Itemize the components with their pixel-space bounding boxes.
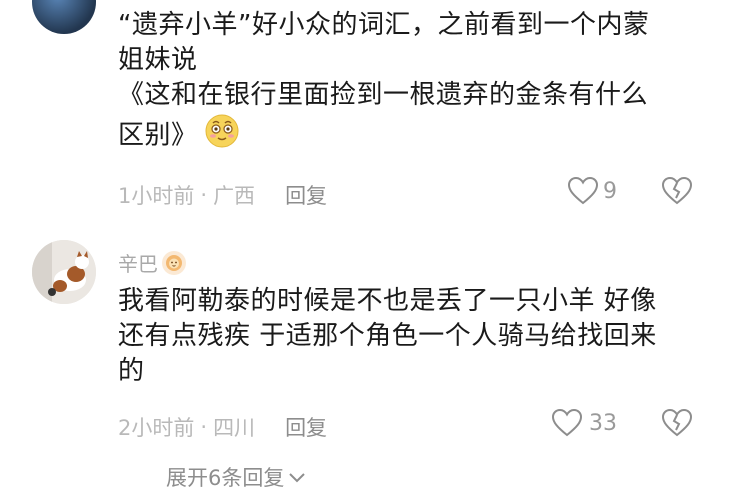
- dislike-button[interactable]: [661, 176, 693, 206]
- comment-line: 区别》: [118, 113, 708, 159]
- comment-text: “遗弃小羊”好小众的词汇，之前看到一个内蒙 姐妹说 《这和在银行里面捡到一根遗弃…: [118, 8, 708, 159]
- comment-1: “遗弃小羊”好小众的词汇，之前看到一个内蒙 姐妹说 《这和在银行里面捡到一根遗弃…: [0, 0, 729, 220]
- broken-heart-icon: [661, 408, 693, 438]
- comment-line: 姐妹说: [118, 45, 198, 75]
- comment-text: 我看阿勒泰的时候是不也是丢了一只小羊 好像 还有点残疾 于适那个角色一个人骑马给…: [118, 284, 708, 389]
- comment-actions: 9: [567, 176, 693, 206]
- like-button[interactable]: 33: [551, 408, 617, 438]
- comment-line: 的: [118, 356, 145, 386]
- expand-replies-button[interactable]: 展开6条回复: [166, 462, 306, 492]
- comment-meta: 2小时前 · 四川 回复: [118, 412, 327, 442]
- heart-outline-icon: [551, 408, 583, 438]
- comment-line: 《这和在银行里面捡到一根遗弃的金条有什么: [118, 80, 649, 110]
- timestamp: 2小时前: [118, 416, 195, 440]
- reply-button[interactable]: 回复: [285, 180, 327, 210]
- reply-button[interactable]: 回复: [285, 412, 327, 442]
- location: 四川: [213, 416, 256, 440]
- comment-actions: 33: [551, 408, 693, 438]
- timestamp: 1小时前: [118, 184, 195, 208]
- heart-outline-icon: [567, 176, 599, 206]
- username-text: 辛巴: [118, 252, 158, 276]
- like-count: 33: [589, 410, 617, 436]
- username[interactable]: 辛巴: [118, 248, 186, 277]
- broken-heart-icon: [661, 176, 693, 206]
- comment-line: 还有点残疾 于适那个角色一个人骑马给找回来: [118, 321, 657, 351]
- like-button[interactable]: 9: [567, 176, 617, 206]
- like-count: 9: [603, 178, 617, 204]
- dizzy-face-emoji-icon: [204, 113, 240, 159]
- chevron-down-icon: [288, 465, 306, 489]
- separator: ·: [200, 183, 208, 207]
- comment-line: 我看阿勒泰的时候是不也是丢了一只小羊 好像: [118, 286, 657, 316]
- location: 广西: [213, 184, 256, 208]
- dislike-button[interactable]: [661, 408, 693, 438]
- comment-meta: 1小时前 · 广西 回复: [118, 180, 327, 210]
- expand-replies-label: 展开6条回复: [166, 466, 285, 490]
- lion-badge-icon: [162, 250, 186, 275]
- comment-2: 辛巴 我看阿勒泰的时候是不也是丢了一只小羊 好像 还有点残疾 于适那个角色一个人…: [0, 240, 729, 450]
- cat-photo: [32, 240, 96, 304]
- avatar[interactable]: [32, 0, 96, 34]
- separator: ·: [200, 415, 208, 439]
- comment-line: “遗弃小羊”好小众的词汇，之前看到一个内蒙: [118, 10, 650, 40]
- avatar[interactable]: [32, 240, 96, 304]
